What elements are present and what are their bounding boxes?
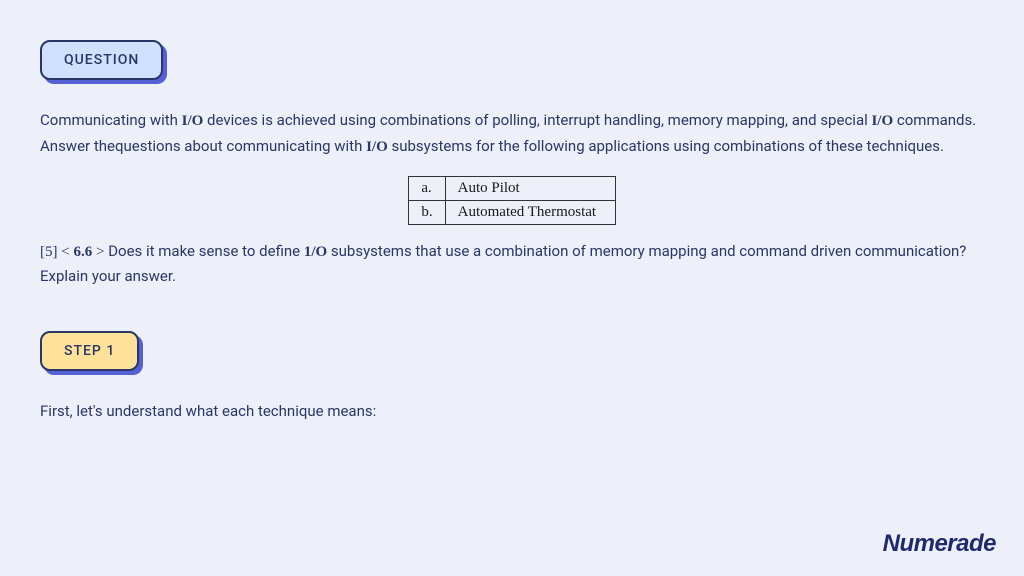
step-badge-label: STEP 1 <box>40 331 139 371</box>
table-row: a. Auto Pilot <box>409 176 615 200</box>
step1-text: First, let's understand what each techni… <box>40 399 984 424</box>
text-fragment: Communicating with <box>40 111 182 129</box>
text-fragment: devices is achieved using combinations o… <box>203 111 871 129</box>
table-cell-label: a. <box>409 176 445 200</box>
io-notation: I/O <box>182 113 204 129</box>
table-cell-label: b. <box>409 200 445 224</box>
question-second-paragraph: [5] < 6.6 > Does it make sense to define… <box>40 239 984 290</box>
io-notation: I/O <box>366 139 388 155</box>
io-notation: 1/O <box>304 244 327 260</box>
lt-symbol: < <box>58 244 74 260</box>
table-row: b. Automated Thermostat <box>409 200 615 224</box>
applications-table-wrap: a. Auto Pilot b. Automated Thermostat <box>40 176 984 225</box>
text-fragment: subsystems for the following application… <box>388 137 944 155</box>
step-badge: STEP 1 <box>40 331 139 371</box>
question-badge: QUESTION <box>40 40 163 80</box>
table-cell-value: Automated Thermostat <box>445 200 615 224</box>
io-notation: I/O <box>871 113 893 129</box>
bracket-notation: [5] <box>40 244 58 260</box>
applications-table: a. Auto Pilot b. Automated Thermostat <box>408 176 615 225</box>
text-fragment: Does it make sense to define <box>108 242 304 260</box>
question-intro-paragraph: Communicating with I/O devices is achiev… <box>40 108 984 160</box>
brand-logo: Numerade <box>883 530 996 558</box>
table-cell-value: Auto Pilot <box>445 176 615 200</box>
question-badge-label: QUESTION <box>40 40 163 80</box>
gt-symbol: > <box>92 244 108 260</box>
section-number: 6.6 <box>73 244 92 260</box>
